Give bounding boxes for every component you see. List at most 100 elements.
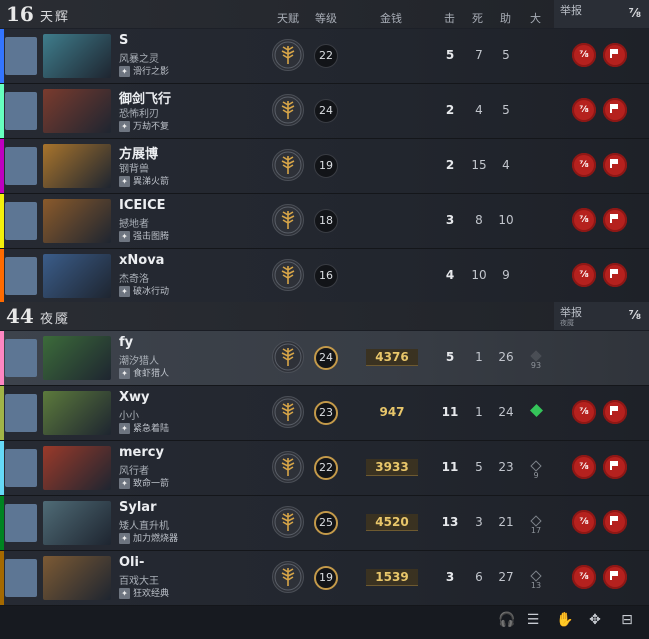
report-button[interactable] (603, 208, 627, 232)
kills-value: 2 (445, 158, 455, 172)
talent-column-header: 天赋 (277, 12, 299, 25)
report-button[interactable] (603, 153, 627, 177)
deaths-value: 1 (475, 405, 483, 419)
tree-icon[interactable]: ✥ (586, 612, 604, 630)
player-name[interactable]: ICEICE (119, 198, 166, 213)
skill-icon: ✦ (119, 478, 130, 489)
report-button[interactable] (603, 400, 627, 424)
hero-portrait[interactable] (43, 34, 111, 78)
talent-tree-icon[interactable] (272, 506, 304, 538)
skill-icon: ✦ (119, 176, 130, 187)
avatar[interactable] (5, 202, 37, 240)
ultimate-cooldown: 17 (530, 526, 542, 535)
mute-button[interactable]: ⅞ (572, 208, 596, 232)
talent-tree-icon[interactable] (272, 204, 304, 236)
player-name[interactable]: xNova (119, 253, 164, 268)
talent-tree-icon[interactable] (272, 396, 304, 428)
hero-portrait[interactable] (43, 446, 111, 490)
player-row[interactable]: ICEICE 撼地者 ✦ 强击图腾 18 3 8 10 ⅞ (0, 194, 649, 249)
mute-button[interactable]: ⅞ (572, 400, 596, 424)
report-button[interactable] (603, 263, 627, 287)
player-name[interactable]: Sylar (119, 500, 156, 515)
report-button[interactable] (603, 565, 627, 589)
player-name[interactable]: Oli- (119, 555, 144, 570)
radiant-header: 16 天辉 天赋 等级 金钱 击 死 助 大 举报 ⅞ (0, 0, 649, 28)
talent-tree-icon[interactable] (272, 94, 304, 126)
hero-portrait[interactable] (43, 144, 111, 188)
radiant-score: 16 (6, 2, 34, 26)
avatar[interactable] (5, 92, 37, 130)
mute-button[interactable]: ⅞ (572, 43, 596, 67)
level-badge: 23 (314, 401, 338, 425)
mute-button[interactable]: ⅞ (572, 565, 596, 589)
mute-button[interactable]: ⅞ (572, 510, 596, 534)
avatar[interactable] (5, 504, 37, 542)
gold-value: 4376 (366, 349, 418, 366)
player-row[interactable]: Oli- 百戏大王 ✦ 狂欢经典 19 1539 3 6 27 13 ⅞ (0, 551, 649, 606)
avatar[interactable] (5, 394, 37, 432)
player-row[interactable]: fy 潮汐猎人 ✦ 食虾猎人 24 4376 5 1 26 93 (0, 331, 649, 386)
hero-portrait[interactable] (43, 391, 111, 435)
hero-title: ✦ 万劫不复 (119, 119, 169, 132)
report-button[interactable] (603, 510, 627, 534)
player-row[interactable]: mercy 风行者 ✦ 致命一箭 22 3933 11 5 23 9 ⅞ (0, 441, 649, 496)
avatar[interactable] (5, 559, 37, 597)
report-button[interactable] (603, 98, 627, 122)
hero-portrait[interactable] (43, 501, 111, 545)
player-name[interactable]: S (119, 33, 128, 48)
hero-portrait[interactable] (43, 556, 111, 600)
player-row[interactable]: 方展博 钢背兽 ✦ 異涕火箭 19 2 15 4 ⅞ (0, 139, 649, 194)
ultimate-status-icon (528, 400, 544, 419)
avatar[interactable] (5, 257, 37, 295)
player-color-bar (0, 331, 4, 385)
hero-portrait[interactable] (43, 254, 111, 298)
mute-button[interactable]: ⅞ (572, 98, 596, 122)
avatar[interactable] (5, 37, 37, 75)
toggle-panel-icon[interactable]: ⊟ (618, 612, 636, 630)
player-name[interactable]: fy (119, 335, 133, 350)
player-color-bar (0, 249, 4, 303)
headset-icon[interactable]: 🎧 (498, 612, 516, 630)
player-name[interactable]: Xwy (119, 390, 150, 405)
mute-button[interactable]: ⅞ (572, 153, 596, 177)
mute-all-icon[interactable]: ⅞ (629, 6, 641, 20)
report-button[interactable] (603, 43, 627, 67)
talent-tree-icon[interactable] (272, 341, 304, 373)
player-row[interactable]: Sylar 矮人直升机 ✦ 加力燃烧器 25 4520 13 3 21 17 ⅞ (0, 496, 649, 551)
level-badge: 19 (314, 154, 338, 178)
avatar[interactable] (5, 147, 37, 185)
avatar[interactable] (5, 339, 37, 377)
hero-title-text: 紧急着陆 (133, 424, 170, 434)
avatar[interactable] (5, 449, 37, 487)
chat-log-icon[interactable]: ☰ (524, 612, 542, 630)
player-row[interactable]: S 风暴之灵 ✦ 滑行之影 22 5 7 5 ⅞ (0, 29, 649, 84)
flag-icon (610, 571, 620, 580)
hero-portrait[interactable] (43, 336, 111, 380)
player-row[interactable]: 御剑飞行 恐怖利刃 ✦ 万劫不复 24 2 4 5 ⅞ (0, 84, 649, 139)
talent-tree-icon[interactable] (272, 561, 304, 593)
assists-value: 23 (498, 460, 514, 474)
share-control-icon[interactable]: ✋ (556, 612, 574, 630)
player-row[interactable]: xNova 杰奇洛 ✦ 破冰行动 16 4 10 9 ⅞ (0, 249, 649, 304)
mute-button[interactable]: ⅞ (572, 455, 596, 479)
player-name[interactable]: mercy (119, 445, 164, 460)
deaths-value: 15 (471, 158, 487, 172)
talent-tree-icon[interactable] (272, 451, 304, 483)
hero-name: 恐怖利刃 (119, 109, 159, 120)
mute-button[interactable]: ⅞ (572, 263, 596, 287)
assists-value: 26 (498, 350, 514, 364)
radiant-team-name: 天辉 (40, 10, 71, 25)
level-badge: 19 (314, 566, 338, 590)
player-row[interactable]: Xwy 小小 ✦ 紧急着陆 23 947 11 1 24 ⅞ (0, 386, 649, 441)
hero-portrait[interactable] (43, 89, 111, 133)
report-button[interactable] (603, 455, 627, 479)
talent-tree-icon[interactable] (272, 149, 304, 181)
talent-tree-icon[interactable] (272, 39, 304, 71)
talent-tree-icon[interactable] (272, 259, 304, 291)
player-color-bar (0, 139, 4, 193)
hero-portrait[interactable] (43, 199, 111, 243)
mute-all-icon[interactable]: ⅞ (629, 308, 641, 322)
ultimate-cooldown: 13 (530, 581, 542, 590)
assists-value: 24 (498, 405, 514, 419)
kills-value: 11 (441, 460, 459, 474)
